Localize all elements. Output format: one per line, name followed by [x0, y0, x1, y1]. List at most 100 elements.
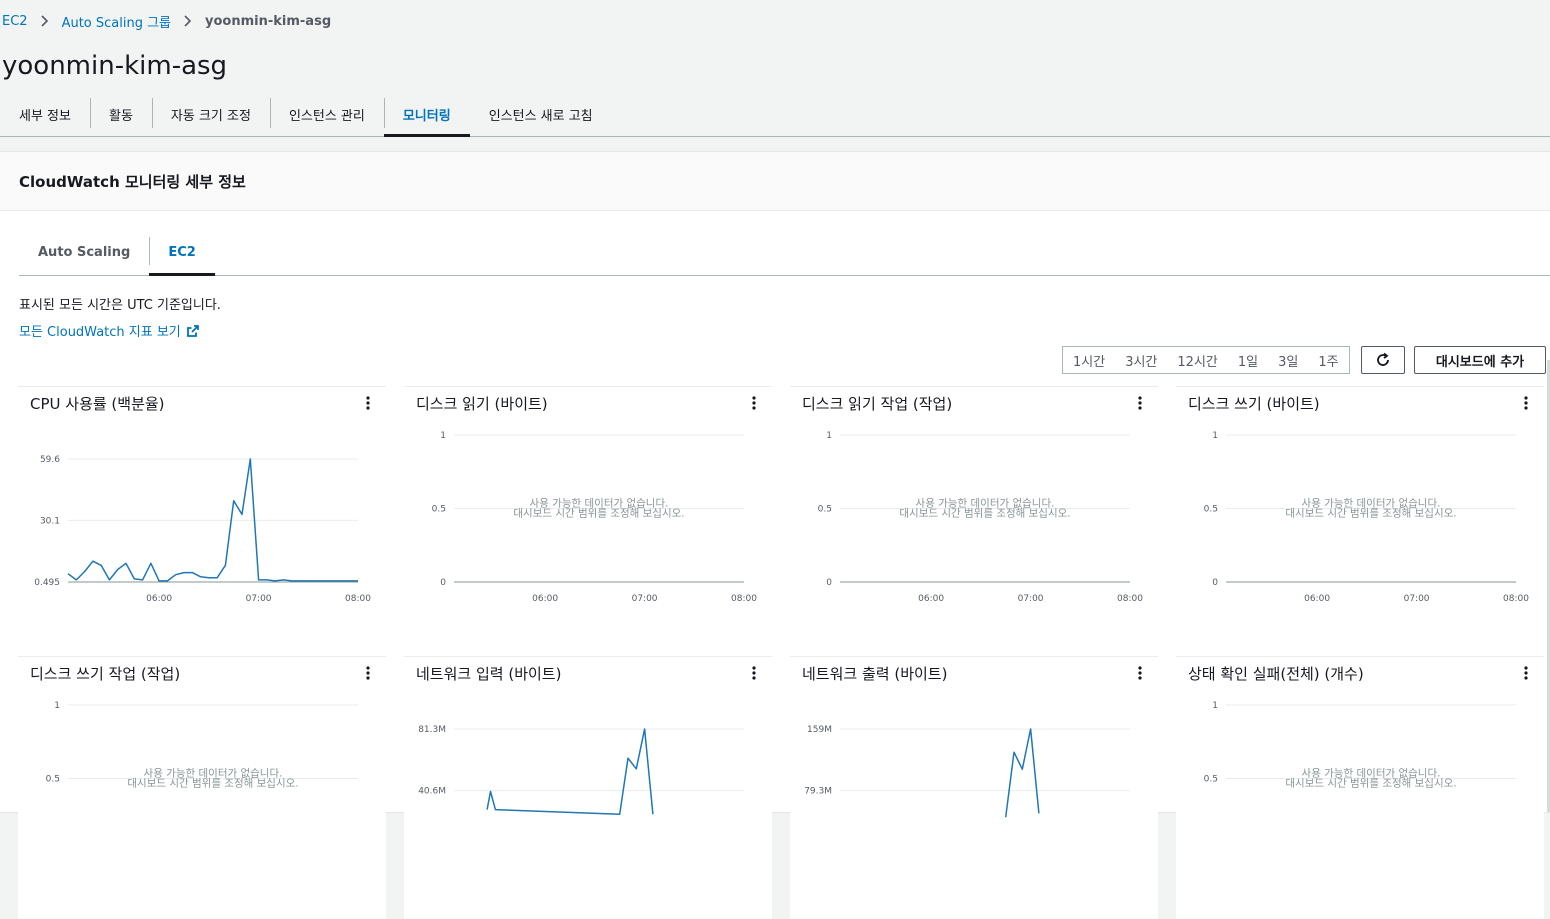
y-tick-label: 1 [440, 431, 446, 441]
chart-canvas: 00.5106:00 07:00 08:00사용 가능한 데이터가 없습니다.대시보… [1204, 431, 1530, 604]
metric-widget: 0 0.5 1 06:00 07:00 08:00 사용 가능한 데이터가 없습니다. 대시보… [1176, 386, 1544, 649]
metric-widget: 0.495 30.1 59.6 06:00 07:00 08:00 CPU 사용률 (백분율… [18, 386, 386, 649]
y-tick-label: 0 [440, 578, 446, 588]
subtab-auto-scaling[interactable]: Auto Scaling [19, 229, 149, 275]
metric-widget: 79.3M 159M 네트워크 출력 (바이트) [790, 656, 1158, 919]
y-tick-label: 0 [826, 578, 832, 588]
widget-title: 네트워크 입력 (바이트) [416, 665, 562, 683]
no-data-hint: 대시보드 시간 범위를 조정해 보십시오. [899, 507, 1070, 520]
subtab-ec2[interactable]: EC2 [149, 229, 216, 276]
y-tick-label: 1 [54, 701, 60, 711]
y-tick-label: 0.5 [46, 775, 60, 785]
x-tick-label: 07:00 [1018, 594, 1044, 604]
y-tick-label: 30.1 [40, 516, 60, 526]
widget-title: CPU 사용률 (백분율) [30, 395, 165, 413]
range-1d[interactable]: 1일 [1228, 351, 1268, 370]
tab-monitoring[interactable]: 모니터링 [383, 92, 470, 137]
external-link-icon [186, 324, 199, 337]
x-tick-label: 06:00 [918, 594, 944, 604]
tab-automatic-scaling[interactable]: 자동 크기 조정 [151, 92, 270, 136]
range-1w[interactable]: 1주 [1308, 351, 1348, 370]
widget-menu-icon[interactable] [1134, 665, 1146, 681]
page-title: yoonmin-kim-asg [2, 51, 228, 81]
panel-title: CloudWatch 모니터링 세부 정보 [0, 152, 1550, 211]
breadcrumb: EC2 Auto Scaling 그룹 yoonmin-kim-asg [2, 12, 332, 31]
no-data-hint: 대시보드 시간 범위를 조정해 보십시오. [1285, 777, 1456, 790]
y-tick-label: 0.495 [34, 578, 60, 588]
tab-instance-management[interactable]: 인스턴스 관리 [269, 92, 384, 136]
chart-canvas: 00.5106:00 07:00 08:00사용 가능한 데이터가 없습니다.대시보… [818, 431, 1144, 604]
y-tick-label: 1 [1212, 701, 1218, 711]
widget-menu-icon[interactable] [748, 395, 760, 411]
y-tick-label: 0.5 [432, 505, 446, 515]
x-tick-label: 06:00 [532, 594, 558, 604]
x-tick-label: 08:00 [1503, 594, 1529, 604]
widget-title: 네트워크 출력 (바이트) [802, 665, 948, 683]
chevron-right-icon [184, 15, 192, 27]
x-tick-label: 08:00 [731, 594, 757, 604]
y-tick-label: 59.6 [40, 455, 60, 465]
chevron-right-icon [40, 15, 48, 27]
widget-menu-icon[interactable] [748, 665, 760, 681]
x-tick-label: 07:00 [1404, 594, 1430, 604]
metric-widget: 0.5 1 사용 가능한 데이터가 없습니다. 대시보드 시간 범위를 조정해 보십시… [18, 656, 386, 919]
chart-canvas: 40.6M 81.3M [418, 725, 744, 815]
refresh-button[interactable] [1361, 346, 1405, 374]
y-tick-label: 1 [1212, 431, 1218, 441]
widget-title: 상태 확인 실패(전체) (개수) [1188, 665, 1364, 683]
view-all-metrics-link[interactable]: 모든 CloudWatch 지표 보기 [19, 321, 200, 340]
widget-menu-icon[interactable] [362, 395, 374, 411]
x-tick-label: 06:00 [146, 594, 172, 604]
y-tick-label: 81.3M [418, 725, 446, 735]
x-tick-label: 07:00 [246, 594, 272, 604]
chart-canvas: 0.51사용 가능한 데이터가 없습니다.대시보드 시간 범위를 조정해 보십시… [1204, 701, 1516, 790]
x-tick-label: 08:00 [345, 594, 371, 604]
metric-widget: 40.6M 81.3M 네트워크 입력 (바이트) [404, 656, 772, 919]
y-tick-label: 0.5 [1204, 505, 1218, 515]
x-tick-label: 08:00 [1117, 594, 1143, 604]
breadcrumb-ec2[interactable]: EC2 [2, 14, 28, 29]
widget-menu-icon[interactable] [362, 665, 374, 681]
y-tick-label: 0.5 [1204, 775, 1218, 785]
y-tick-label: 0 [1212, 578, 1218, 588]
y-tick-label: 79.3M [804, 787, 832, 797]
widget-menu-icon[interactable] [1520, 395, 1532, 411]
main-tabs: 세부 정보 활동 자동 크기 조정 인스턴스 관리 모니터링 인스턴스 새로 고… [0, 92, 1550, 137]
tab-details[interactable]: 세부 정보 [0, 92, 90, 136]
widget-menu-icon[interactable] [1520, 665, 1532, 681]
no-data-hint: 대시보드 시간 범위를 조정해 보십시오. [513, 507, 684, 520]
metric-widget: 0 0.5 1 06:00 07:00 08:00 사용 가능한 데이터가 없습니다. 대시보… [790, 386, 1158, 649]
widget-title: 디스크 읽기 (바이트) [416, 395, 548, 413]
tab-activity[interactable]: 활동 [89, 92, 152, 136]
range-3h[interactable]: 3시간 [1115, 351, 1167, 370]
breadcrumb-auto-scaling-groups[interactable]: Auto Scaling 그룹 [62, 12, 171, 31]
range-12h[interactable]: 12시간 [1167, 351, 1227, 370]
chart-canvas: 0.495 30.1 59.6 06:00 07:00 08:00 [34, 455, 371, 604]
widget-menu-icon[interactable] [1134, 395, 1146, 411]
y-tick-label: 159M [807, 725, 832, 735]
chart-canvas: 0.51사용 가능한 데이터가 없습니다.대시보드 시간 범위를 조정해 보십시… [46, 701, 358, 790]
view-all-metrics-label: 모든 CloudWatch 지표 보기 [19, 325, 181, 340]
chart-canvas: 00.5106:00 07:00 08:00사용 가능한 데이터가 없습니다.대시보… [432, 431, 758, 604]
add-to-dashboard-button[interactable]: 대시보드에 추가 [1414, 346, 1546, 374]
y-tick-label: 0.5 [818, 505, 832, 515]
chart-canvas: 79.3M 159M [804, 725, 1130, 818]
monitoring-subtabs: Auto Scaling EC2 [19, 229, 1550, 276]
metric-widget: 0.5 1 사용 가능한 데이터가 없습니다. 대시보드 시간 범위를 조정해 보십시… [1176, 656, 1544, 919]
cloudwatch-panel: CloudWatch 모니터링 세부 정보 Auto Scaling EC2 표… [0, 152, 1550, 919]
tab-instance-refresh[interactable]: 인스턴스 새로 고침 [470, 92, 612, 136]
metric-widget: 0 0.5 1 06:00 07:00 08:00 사용 가능한 데이터가 없습니다. 대시보… [404, 386, 772, 649]
utc-note: 표시된 모든 시간은 UTC 기준입니다. [19, 298, 221, 313]
x-tick-label: 07:00 [632, 594, 658, 604]
no-data-hint: 대시보드 시간 범위를 조정해 보십시오. [127, 777, 298, 790]
y-tick-label: 40.6M [418, 787, 446, 797]
widget-title: 디스크 읽기 작업 (작업) [802, 395, 953, 413]
range-3d[interactable]: 3일 [1268, 351, 1308, 370]
series-line [486, 728, 654, 815]
breadcrumb-current: yoonmin-kim-asg [205, 13, 332, 29]
refresh-icon [1377, 352, 1389, 366]
series-line [1004, 728, 1040, 818]
widget-title: 디스크 쓰기 (바이트) [1188, 395, 1320, 413]
widget-title: 디스크 쓰기 작업 (작업) [30, 665, 181, 683]
range-1h[interactable]: 1시간 [1063, 351, 1115, 370]
